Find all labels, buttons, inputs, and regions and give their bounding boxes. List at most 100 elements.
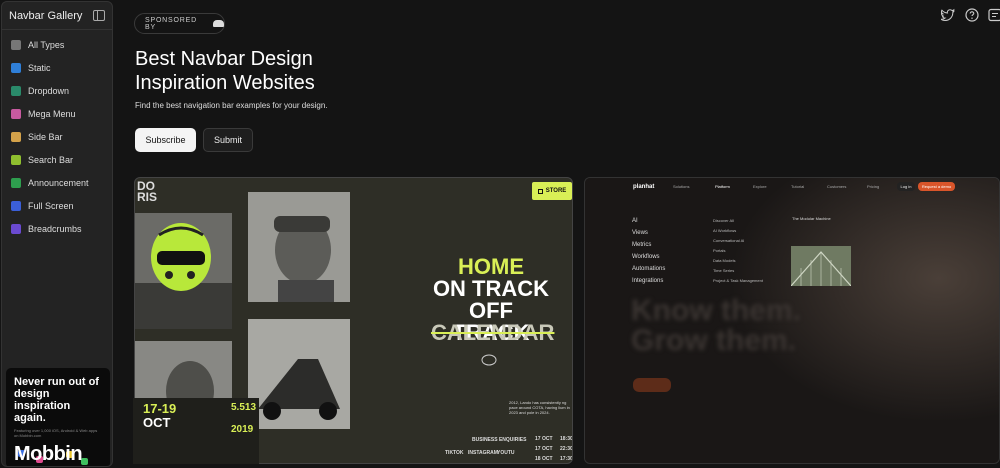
row-date: 17 OCT: [535, 446, 553, 452]
page-title: Best Navbar Design Inspiration Websites: [135, 48, 315, 94]
sidebar-header: Navbar Gallery: [2, 2, 112, 30]
page: Navbar Gallery All Types Static Dropdown Me…: [0, 0, 1000, 468]
app-title: Navbar Gallery: [9, 9, 83, 22]
date-month-text: OCT: [143, 415, 171, 430]
login-button: Log in: [897, 182, 915, 191]
blurred-heading: Know them. Grow them.: [631, 294, 801, 357]
sidebar-item-announcement[interactable]: Announcement: [2, 171, 112, 194]
sidebar-item-full-screen[interactable]: Full Screen: [2, 194, 112, 217]
sidebar-item-search-bar[interactable]: Search Bar: [2, 148, 112, 171]
stat-value: 5.513: [231, 402, 257, 413]
menu-item: Conversational AI: [713, 238, 745, 243]
menu-item: Integrations: [632, 278, 664, 284]
sponsor-logo-icon: [212, 20, 224, 27]
nav-solutions: Solutions: [673, 184, 690, 189]
card-logo-bottom: RIS: [137, 190, 158, 204]
planhat-logo: planhat: [633, 184, 655, 190]
twitter-icon[interactable]: [941, 8, 955, 22]
menu-item: Portals: [713, 248, 726, 253]
sidebar: Navbar Gallery All Types Static Dropdown Me…: [1, 1, 113, 467]
menu-item: Time Series: [713, 268, 735, 273]
sidebar-toggle-icon[interactable]: [93, 10, 105, 21]
sidebar-item-label: Search Bar: [28, 154, 74, 165]
instagram-label: INSTAGRAM: [468, 450, 498, 456]
sponsor-badge[interactable]: SPONSORED BY: [134, 13, 225, 34]
gallery-card-planhat[interactable]: Know them. Grow them. planhat Solutions …: [584, 177, 1000, 464]
menu-item: AI Workflows: [713, 228, 737, 233]
date-range-text: 17-19: [143, 401, 177, 416]
announcement-icon: [11, 177, 21, 188]
sidebar-item-label: Static: [28, 62, 51, 73]
menu-item: Views: [632, 230, 648, 236]
row-time: 17:30: [560, 456, 573, 462]
menu-item: Project & Task Management: [713, 278, 763, 283]
sidebar-item-side-bar[interactable]: Side Bar: [2, 125, 112, 148]
greenhouse-image: [791, 246, 851, 286]
subscribe-button[interactable]: Subscribe: [135, 128, 196, 152]
store-label: STORE: [545, 188, 567, 194]
sidebar-item-all-types[interactable]: All Types: [2, 33, 112, 56]
mobbin-logo: Mobbin: [14, 443, 83, 465]
nav-tutorial: Tutorial: [791, 184, 805, 189]
menu-item: Workflows: [632, 254, 660, 260]
feature-title: The Modular Machine: [792, 216, 831, 221]
feedback-icon[interactable]: [988, 8, 1000, 22]
nav-customers: Customers: [827, 184, 847, 189]
search-icon: [11, 154, 21, 165]
help-icon[interactable]: [965, 8, 979, 22]
sidebar-item-static[interactable]: Static: [2, 56, 112, 79]
headline-home: HOME: [458, 254, 524, 279]
headline-on-track: ON TRACK: [432, 276, 550, 301]
sidebar-item-mega-menu[interactable]: Mega Menu: [2, 102, 112, 125]
demo-button: Request a demo: [918, 182, 955, 191]
nav-explore: Explore: [753, 184, 767, 189]
menu-item: Data Models: [713, 258, 736, 263]
sidebar-item-label: Breadcrumbs: [28, 223, 82, 234]
breadcrumbs-icon: [11, 223, 21, 234]
card-paragraph: 2012, Lando has consistently ng pace aro…: [509, 400, 570, 415]
nav-pricing: Pricing: [867, 184, 880, 189]
row-date: 17 OCT: [535, 436, 553, 442]
submit-button[interactable]: Submit: [203, 128, 253, 152]
menu-item: Metrics: [632, 242, 652, 248]
sidebar-item-label: Mega Menu: [28, 108, 76, 119]
menu-item: AI: [632, 218, 638, 224]
ad-headline: Never run out of design inspiration agai…: [14, 376, 99, 424]
grid-icon: [11, 39, 21, 50]
static-icon: [11, 62, 21, 73]
year-value: 2019: [231, 424, 254, 435]
race-car: [248, 319, 350, 429]
tiktok-label: TIKTOK: [445, 450, 464, 456]
lock-icon: [537, 188, 543, 194]
sidebar-item-label: Side Bar: [28, 131, 63, 142]
race-car-photo: [248, 319, 350, 429]
enquiries-label: BUSINESS ENQUIRIES: [472, 437, 527, 443]
mobbin-ad[interactable]: Never run out of design inspiration agai…: [6, 368, 110, 466]
headline-calendar: CALENDAR: [431, 320, 555, 345]
menu-item: Discover All: [713, 218, 734, 223]
driver-portrait: [248, 192, 350, 302]
store-button: STORE: [532, 182, 572, 200]
nav-platform: Platform: [715, 184, 730, 189]
mega-menu-secondary: Discover All AI Workflows Conversational…: [713, 218, 763, 288]
sidebar-item-label: Full Screen: [28, 200, 74, 211]
helmet-photo: [135, 213, 232, 329]
mega-menu-primary: AI Views Metrics Workflows Automations I…: [632, 218, 665, 290]
side-bar-icon: [11, 131, 21, 142]
sidebar-item-label: Dropdown: [28, 85, 70, 96]
driver-portrait-photo: [248, 192, 350, 302]
page-subtitle: Find the best navigation bar examples fo…: [135, 101, 328, 110]
ad-subtext: Featuring over 1,000 iOS, Android & Web …: [14, 428, 98, 438]
sidebar-item-label: All Types: [28, 39, 65, 50]
card-logo: DO RIS: [137, 180, 158, 204]
sidebar-item-dropdown[interactable]: Dropdown: [2, 79, 112, 102]
youtube-label: YOUTU: [497, 450, 515, 456]
sidebar-item-breadcrumbs[interactable]: Breadcrumbs: [2, 217, 112, 240]
row-time: 22:30: [560, 446, 573, 452]
full-screen-icon: [11, 200, 21, 211]
dropdown-icon: [11, 85, 21, 96]
row-date: 18 OCT: [535, 456, 553, 462]
sponsor-label: SPONSORED BY: [145, 16, 197, 31]
sidebar-item-label: Announcement: [28, 177, 89, 188]
mega-menu-icon: [11, 108, 21, 119]
